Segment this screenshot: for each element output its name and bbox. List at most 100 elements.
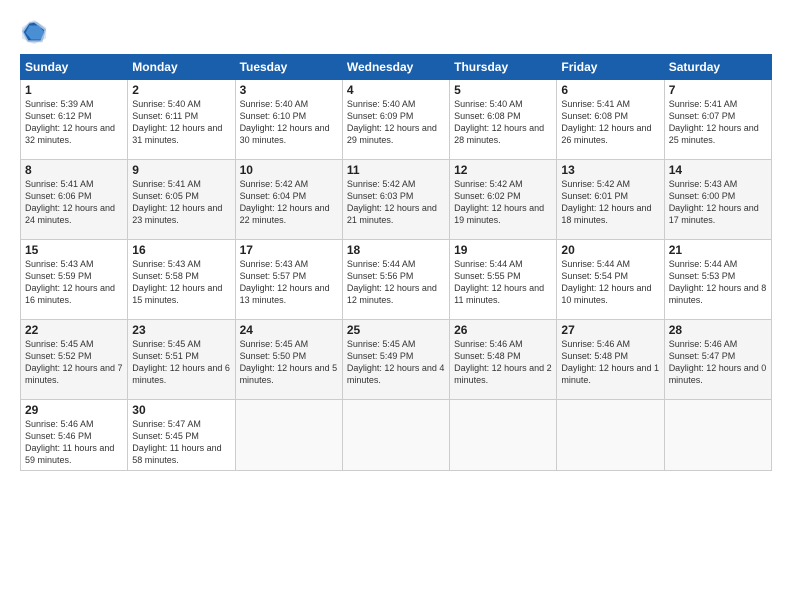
table-cell: 24Sunrise: 5:45 AM Sunset: 5:50 PM Dayli… <box>235 320 342 400</box>
day-number: 26 <box>454 323 552 337</box>
day-info: Sunrise: 5:41 AM Sunset: 6:07 PM Dayligh… <box>669 98 767 147</box>
table-cell: 3Sunrise: 5:40 AM Sunset: 6:10 PM Daylig… <box>235 80 342 160</box>
day-number: 13 <box>561 163 659 177</box>
day-number: 4 <box>347 83 445 97</box>
table-cell <box>235 400 342 471</box>
col-tuesday: Tuesday <box>235 55 342 80</box>
calendar-header-row: Sunday Monday Tuesday Wednesday Thursday… <box>21 55 772 80</box>
day-number: 12 <box>454 163 552 177</box>
day-info: Sunrise: 5:46 AM Sunset: 5:46 PM Dayligh… <box>25 418 123 467</box>
day-number: 10 <box>240 163 338 177</box>
calendar-table: Sunday Monday Tuesday Wednesday Thursday… <box>20 54 772 471</box>
table-cell: 20Sunrise: 5:44 AM Sunset: 5:54 PM Dayli… <box>557 240 664 320</box>
day-number: 8 <box>25 163 123 177</box>
day-info: Sunrise: 5:39 AM Sunset: 6:12 PM Dayligh… <box>25 98 123 147</box>
day-info: Sunrise: 5:44 AM Sunset: 5:53 PM Dayligh… <box>669 258 767 307</box>
day-info: Sunrise: 5:40 AM Sunset: 6:09 PM Dayligh… <box>347 98 445 147</box>
day-number: 21 <box>669 243 767 257</box>
table-cell: 30Sunrise: 5:47 AM Sunset: 5:45 PM Dayli… <box>128 400 235 471</box>
day-number: 30 <box>132 403 230 417</box>
day-number: 28 <box>669 323 767 337</box>
day-info: Sunrise: 5:42 AM Sunset: 6:03 PM Dayligh… <box>347 178 445 227</box>
day-info: Sunrise: 5:42 AM Sunset: 6:01 PM Dayligh… <box>561 178 659 227</box>
table-cell: 11Sunrise: 5:42 AM Sunset: 6:03 PM Dayli… <box>342 160 449 240</box>
col-wednesday: Wednesday <box>342 55 449 80</box>
day-number: 1 <box>25 83 123 97</box>
table-cell: 16Sunrise: 5:43 AM Sunset: 5:58 PM Dayli… <box>128 240 235 320</box>
day-info: Sunrise: 5:44 AM Sunset: 5:54 PM Dayligh… <box>561 258 659 307</box>
day-number: 3 <box>240 83 338 97</box>
day-info: Sunrise: 5:41 AM Sunset: 6:05 PM Dayligh… <box>132 178 230 227</box>
table-cell: 1Sunrise: 5:39 AM Sunset: 6:12 PM Daylig… <box>21 80 128 160</box>
day-info: Sunrise: 5:42 AM Sunset: 6:04 PM Dayligh… <box>240 178 338 227</box>
day-info: Sunrise: 5:46 AM Sunset: 5:48 PM Dayligh… <box>454 338 552 387</box>
col-sunday: Sunday <box>21 55 128 80</box>
table-cell: 25Sunrise: 5:45 AM Sunset: 5:49 PM Dayli… <box>342 320 449 400</box>
day-info: Sunrise: 5:42 AM Sunset: 6:02 PM Dayligh… <box>454 178 552 227</box>
table-cell: 9Sunrise: 5:41 AM Sunset: 6:05 PM Daylig… <box>128 160 235 240</box>
day-info: Sunrise: 5:45 AM Sunset: 5:49 PM Dayligh… <box>347 338 445 387</box>
day-info: Sunrise: 5:47 AM Sunset: 5:45 PM Dayligh… <box>132 418 230 467</box>
day-info: Sunrise: 5:46 AM Sunset: 5:47 PM Dayligh… <box>669 338 767 387</box>
table-cell <box>342 400 449 471</box>
day-info: Sunrise: 5:46 AM Sunset: 5:48 PM Dayligh… <box>561 338 659 387</box>
logo <box>20 18 52 46</box>
day-info: Sunrise: 5:44 AM Sunset: 5:56 PM Dayligh… <box>347 258 445 307</box>
day-number: 16 <box>132 243 230 257</box>
day-info: Sunrise: 5:43 AM Sunset: 5:59 PM Dayligh… <box>25 258 123 307</box>
col-friday: Friday <box>557 55 664 80</box>
day-number: 6 <box>561 83 659 97</box>
day-info: Sunrise: 5:41 AM Sunset: 6:06 PM Dayligh… <box>25 178 123 227</box>
day-info: Sunrise: 5:40 AM Sunset: 6:10 PM Dayligh… <box>240 98 338 147</box>
day-info: Sunrise: 5:43 AM Sunset: 6:00 PM Dayligh… <box>669 178 767 227</box>
day-info: Sunrise: 5:40 AM Sunset: 6:08 PM Dayligh… <box>454 98 552 147</box>
day-info: Sunrise: 5:45 AM Sunset: 5:50 PM Dayligh… <box>240 338 338 387</box>
day-number: 7 <box>669 83 767 97</box>
table-cell: 6Sunrise: 5:41 AM Sunset: 6:08 PM Daylig… <box>557 80 664 160</box>
table-cell: 19Sunrise: 5:44 AM Sunset: 5:55 PM Dayli… <box>450 240 557 320</box>
day-number: 27 <box>561 323 659 337</box>
table-cell: 18Sunrise: 5:44 AM Sunset: 5:56 PM Dayli… <box>342 240 449 320</box>
table-cell: 15Sunrise: 5:43 AM Sunset: 5:59 PM Dayli… <box>21 240 128 320</box>
table-cell <box>450 400 557 471</box>
day-info: Sunrise: 5:45 AM Sunset: 5:52 PM Dayligh… <box>25 338 123 387</box>
day-info: Sunrise: 5:43 AM Sunset: 5:58 PM Dayligh… <box>132 258 230 307</box>
day-number: 5 <box>454 83 552 97</box>
day-number: 23 <box>132 323 230 337</box>
table-cell: 10Sunrise: 5:42 AM Sunset: 6:04 PM Dayli… <box>235 160 342 240</box>
col-saturday: Saturday <box>664 55 771 80</box>
table-cell: 21Sunrise: 5:44 AM Sunset: 5:53 PM Dayli… <box>664 240 771 320</box>
table-cell: 29Sunrise: 5:46 AM Sunset: 5:46 PM Dayli… <box>21 400 128 471</box>
day-number: 11 <box>347 163 445 177</box>
day-number: 22 <box>25 323 123 337</box>
table-cell: 12Sunrise: 5:42 AM Sunset: 6:02 PM Dayli… <box>450 160 557 240</box>
table-cell <box>557 400 664 471</box>
table-cell: 22Sunrise: 5:45 AM Sunset: 5:52 PM Dayli… <box>21 320 128 400</box>
day-number: 20 <box>561 243 659 257</box>
table-cell: 17Sunrise: 5:43 AM Sunset: 5:57 PM Dayli… <box>235 240 342 320</box>
col-thursday: Thursday <box>450 55 557 80</box>
table-cell: 5Sunrise: 5:40 AM Sunset: 6:08 PM Daylig… <box>450 80 557 160</box>
day-info: Sunrise: 5:43 AM Sunset: 5:57 PM Dayligh… <box>240 258 338 307</box>
day-info: Sunrise: 5:40 AM Sunset: 6:11 PM Dayligh… <box>132 98 230 147</box>
day-number: 18 <box>347 243 445 257</box>
day-info: Sunrise: 5:41 AM Sunset: 6:08 PM Dayligh… <box>561 98 659 147</box>
col-monday: Monday <box>128 55 235 80</box>
day-info: Sunrise: 5:44 AM Sunset: 5:55 PM Dayligh… <box>454 258 552 307</box>
table-cell: 13Sunrise: 5:42 AM Sunset: 6:01 PM Dayli… <box>557 160 664 240</box>
day-number: 24 <box>240 323 338 337</box>
day-number: 9 <box>132 163 230 177</box>
table-cell: 23Sunrise: 5:45 AM Sunset: 5:51 PM Dayli… <box>128 320 235 400</box>
day-number: 19 <box>454 243 552 257</box>
logo-icon <box>20 18 48 46</box>
table-cell <box>664 400 771 471</box>
page: Sunday Monday Tuesday Wednesday Thursday… <box>0 0 792 612</box>
table-cell: 28Sunrise: 5:46 AM Sunset: 5:47 PM Dayli… <box>664 320 771 400</box>
table-cell: 26Sunrise: 5:46 AM Sunset: 5:48 PM Dayli… <box>450 320 557 400</box>
table-cell: 7Sunrise: 5:41 AM Sunset: 6:07 PM Daylig… <box>664 80 771 160</box>
day-number: 14 <box>669 163 767 177</box>
header <box>20 18 772 46</box>
table-cell: 27Sunrise: 5:46 AM Sunset: 5:48 PM Dayli… <box>557 320 664 400</box>
day-number: 15 <box>25 243 123 257</box>
table-cell: 2Sunrise: 5:40 AM Sunset: 6:11 PM Daylig… <box>128 80 235 160</box>
